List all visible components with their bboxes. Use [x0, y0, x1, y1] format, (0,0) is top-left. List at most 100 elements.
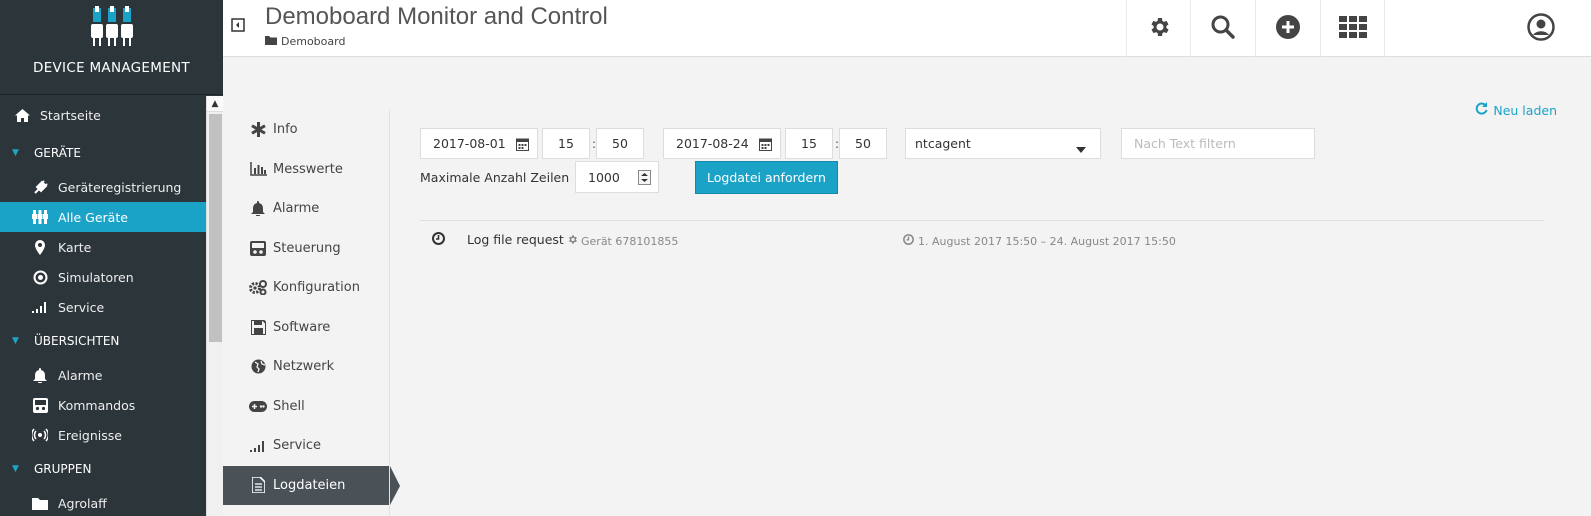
device-tabs: Info Messwerte Alarme Steuerung Konfigur… — [223, 110, 400, 505]
search-button[interactable] — [1190, 0, 1255, 57]
sidebar-section-title: GRUPPEN — [34, 462, 92, 476]
collapse-sidebar-icon[interactable] — [231, 18, 247, 34]
log-entry[interactable]: Log file request Gerät 678101855 1. Augu… — [420, 230, 1544, 252]
tab-label: Alarme — [273, 201, 320, 217]
page-title: Demoboard Monitor and Control — [265, 3, 608, 30]
user-menu-button[interactable] — [1508, 0, 1573, 57]
brand-title: DEVICE MANAGEMENT — [33, 60, 190, 76]
control-panel-icon — [249, 240, 267, 256]
tab-info[interactable]: Info — [223, 110, 390, 150]
sidebar-item-karte[interactable]: Karte — [0, 232, 206, 262]
folder-icon — [265, 35, 277, 48]
sidebar-item-label: Agrolaff — [58, 495, 107, 511]
device-label: Gerät 678101855 — [581, 234, 679, 248]
calendar-icon[interactable] — [759, 137, 772, 154]
sidebar-section-title: GERÄTE — [34, 146, 81, 160]
sidebar-item-alarme[interactable]: Alarme — [0, 360, 206, 390]
folder-icon — [30, 497, 50, 510]
scroll-up-arrow-icon[interactable]: ▲ — [207, 96, 223, 112]
search-icon — [1210, 14, 1236, 44]
tab-software[interactable]: Software — [223, 308, 390, 348]
globe-icon — [249, 359, 267, 374]
apps-button[interactable] — [1320, 0, 1385, 57]
tab-label: Messwerte — [273, 161, 343, 177]
tab-steuerung[interactable]: Steuerung — [223, 229, 390, 269]
calendar-icon[interactable] — [516, 137, 529, 154]
tab-alarme[interactable]: Alarme — [223, 189, 390, 229]
sidebar-item-alle-geraete[interactable]: Alle Geräte — [0, 202, 214, 232]
simulator-icon — [30, 270, 50, 285]
document-icon — [249, 477, 267, 494]
add-button[interactable] — [1255, 0, 1320, 57]
caret-down-icon: ▼ — [12, 464, 19, 474]
home-icon — [12, 108, 32, 122]
filter-placeholder: Nach Text filtern — [1134, 136, 1236, 151]
max-rows-label: Maximale Anzahl Zeilen — [420, 170, 570, 185]
reload-link[interactable]: Neu laden — [1475, 102, 1557, 118]
from-hour-value: 15 — [558, 136, 574, 151]
sidebar-item-agrolaff[interactable]: Agrolaff — [0, 488, 206, 516]
caret-down-icon: ▼ — [12, 336, 19, 346]
refresh-icon — [1475, 102, 1488, 118]
sidebar-item-label: Simulatoren — [58, 269, 134, 285]
sidebar-scrollbar[interactable]: ▲ — [206, 96, 223, 516]
sidebar-item-service[interactable]: Service — [0, 292, 206, 322]
log-type-select[interactable]: ntcagent — [905, 128, 1101, 159]
top-header: Demoboard Monitor and Control Demoboard — [223, 0, 1591, 57]
from-hour-input[interactable]: 15 — [542, 128, 590, 159]
tab-label: Netzwerk — [273, 359, 335, 375]
sidebar-section-geraete[interactable]: ▼ GERÄTE — [0, 134, 206, 172]
sidebar-item-label: Geräteregistrierung — [58, 179, 182, 195]
to-date-value: 2017-08-24 — [676, 136, 749, 151]
max-rows-input[interactable]: 1000 — [575, 161, 659, 193]
clock-icon — [903, 234, 914, 248]
tab-konfiguration[interactable]: Konfiguration — [223, 268, 390, 308]
log-entry-device[interactable]: Gerät 678101855 — [567, 234, 678, 248]
breadcrumb[interactable]: Demoboard — [265, 35, 345, 48]
sidebar-section-uebersichten[interactable]: ▼ ÜBERSICHTEN — [0, 322, 206, 360]
tab-messwerte[interactable]: Messwerte — [223, 150, 390, 190]
gamepad-icon — [249, 400, 267, 412]
sidebar-item-label: Ereignisse — [58, 427, 122, 443]
to-date-input[interactable]: 2017-08-24 — [663, 128, 781, 159]
tab-label: Konfiguration — [273, 280, 360, 296]
sidebar-section-gruppen[interactable]: ▼ GRUPPEN — [0, 450, 206, 488]
tab-shell[interactable]: Shell — [223, 387, 390, 427]
scrollbar-thumb[interactable] — [208, 114, 222, 342]
tab-service[interactable]: Service — [223, 426, 390, 466]
sidebar-item-ereignisse[interactable]: Ereignisse — [0, 420, 206, 450]
sidebar: DEVICE MANAGEMENT Startseite ▼ GERÄTE Ge… — [0, 0, 223, 516]
request-logfile-button[interactable]: Logdatei anfordern — [695, 161, 838, 194]
max-rows-value: 1000 — [588, 169, 620, 185]
tab-logdateien[interactable]: Logdateien — [223, 465, 400, 505]
tab-netzwerk[interactable]: Netzwerk — [223, 347, 390, 387]
sidebar-item-geraeteregistrierung[interactable]: Geräteregistrierung — [0, 172, 206, 202]
tab-label: Software — [273, 319, 331, 335]
stepper-icon[interactable] — [638, 170, 651, 188]
bell-icon — [30, 367, 50, 383]
main-content: Info Messwerte Alarme Steuerung Konfigur… — [223, 58, 1591, 516]
settings-button[interactable] — [1126, 0, 1191, 57]
sidebar-item-kommandos[interactable]: Kommandos — [0, 390, 206, 420]
sidebar-item-simulatoren[interactable]: Simulatoren — [0, 262, 206, 292]
divider — [420, 220, 1544, 221]
to-minute-input[interactable]: 50 — [839, 128, 887, 159]
sidebar-item-label: Alle Geräte — [58, 209, 128, 225]
tab-label: Service — [273, 438, 322, 454]
from-date-input[interactable]: 2017-08-01 — [420, 128, 538, 159]
map-marker-icon — [30, 239, 50, 255]
bell-icon — [249, 201, 267, 217]
log-entry-range: 1. August 2017 15:50 – 24. August 2017 1… — [903, 234, 1176, 248]
commands-icon — [30, 397, 50, 413]
filter-text-input[interactable]: Nach Text filtern — [1121, 128, 1315, 159]
from-date-value: 2017-08-01 — [433, 136, 506, 151]
sidebar-item-startseite[interactable]: Startseite — [0, 96, 206, 134]
devices-icon — [30, 210, 50, 224]
to-hour-input[interactable]: 15 — [785, 128, 833, 159]
plug-icon — [30, 179, 50, 195]
user-icon — [1526, 12, 1555, 45]
sidebar-nav: Startseite ▼ GERÄTE Geräteregistrierung … — [0, 96, 214, 516]
gears-icon — [249, 280, 267, 296]
from-minute-input[interactable]: 50 — [596, 128, 644, 159]
signal-bars-icon — [30, 301, 50, 313]
